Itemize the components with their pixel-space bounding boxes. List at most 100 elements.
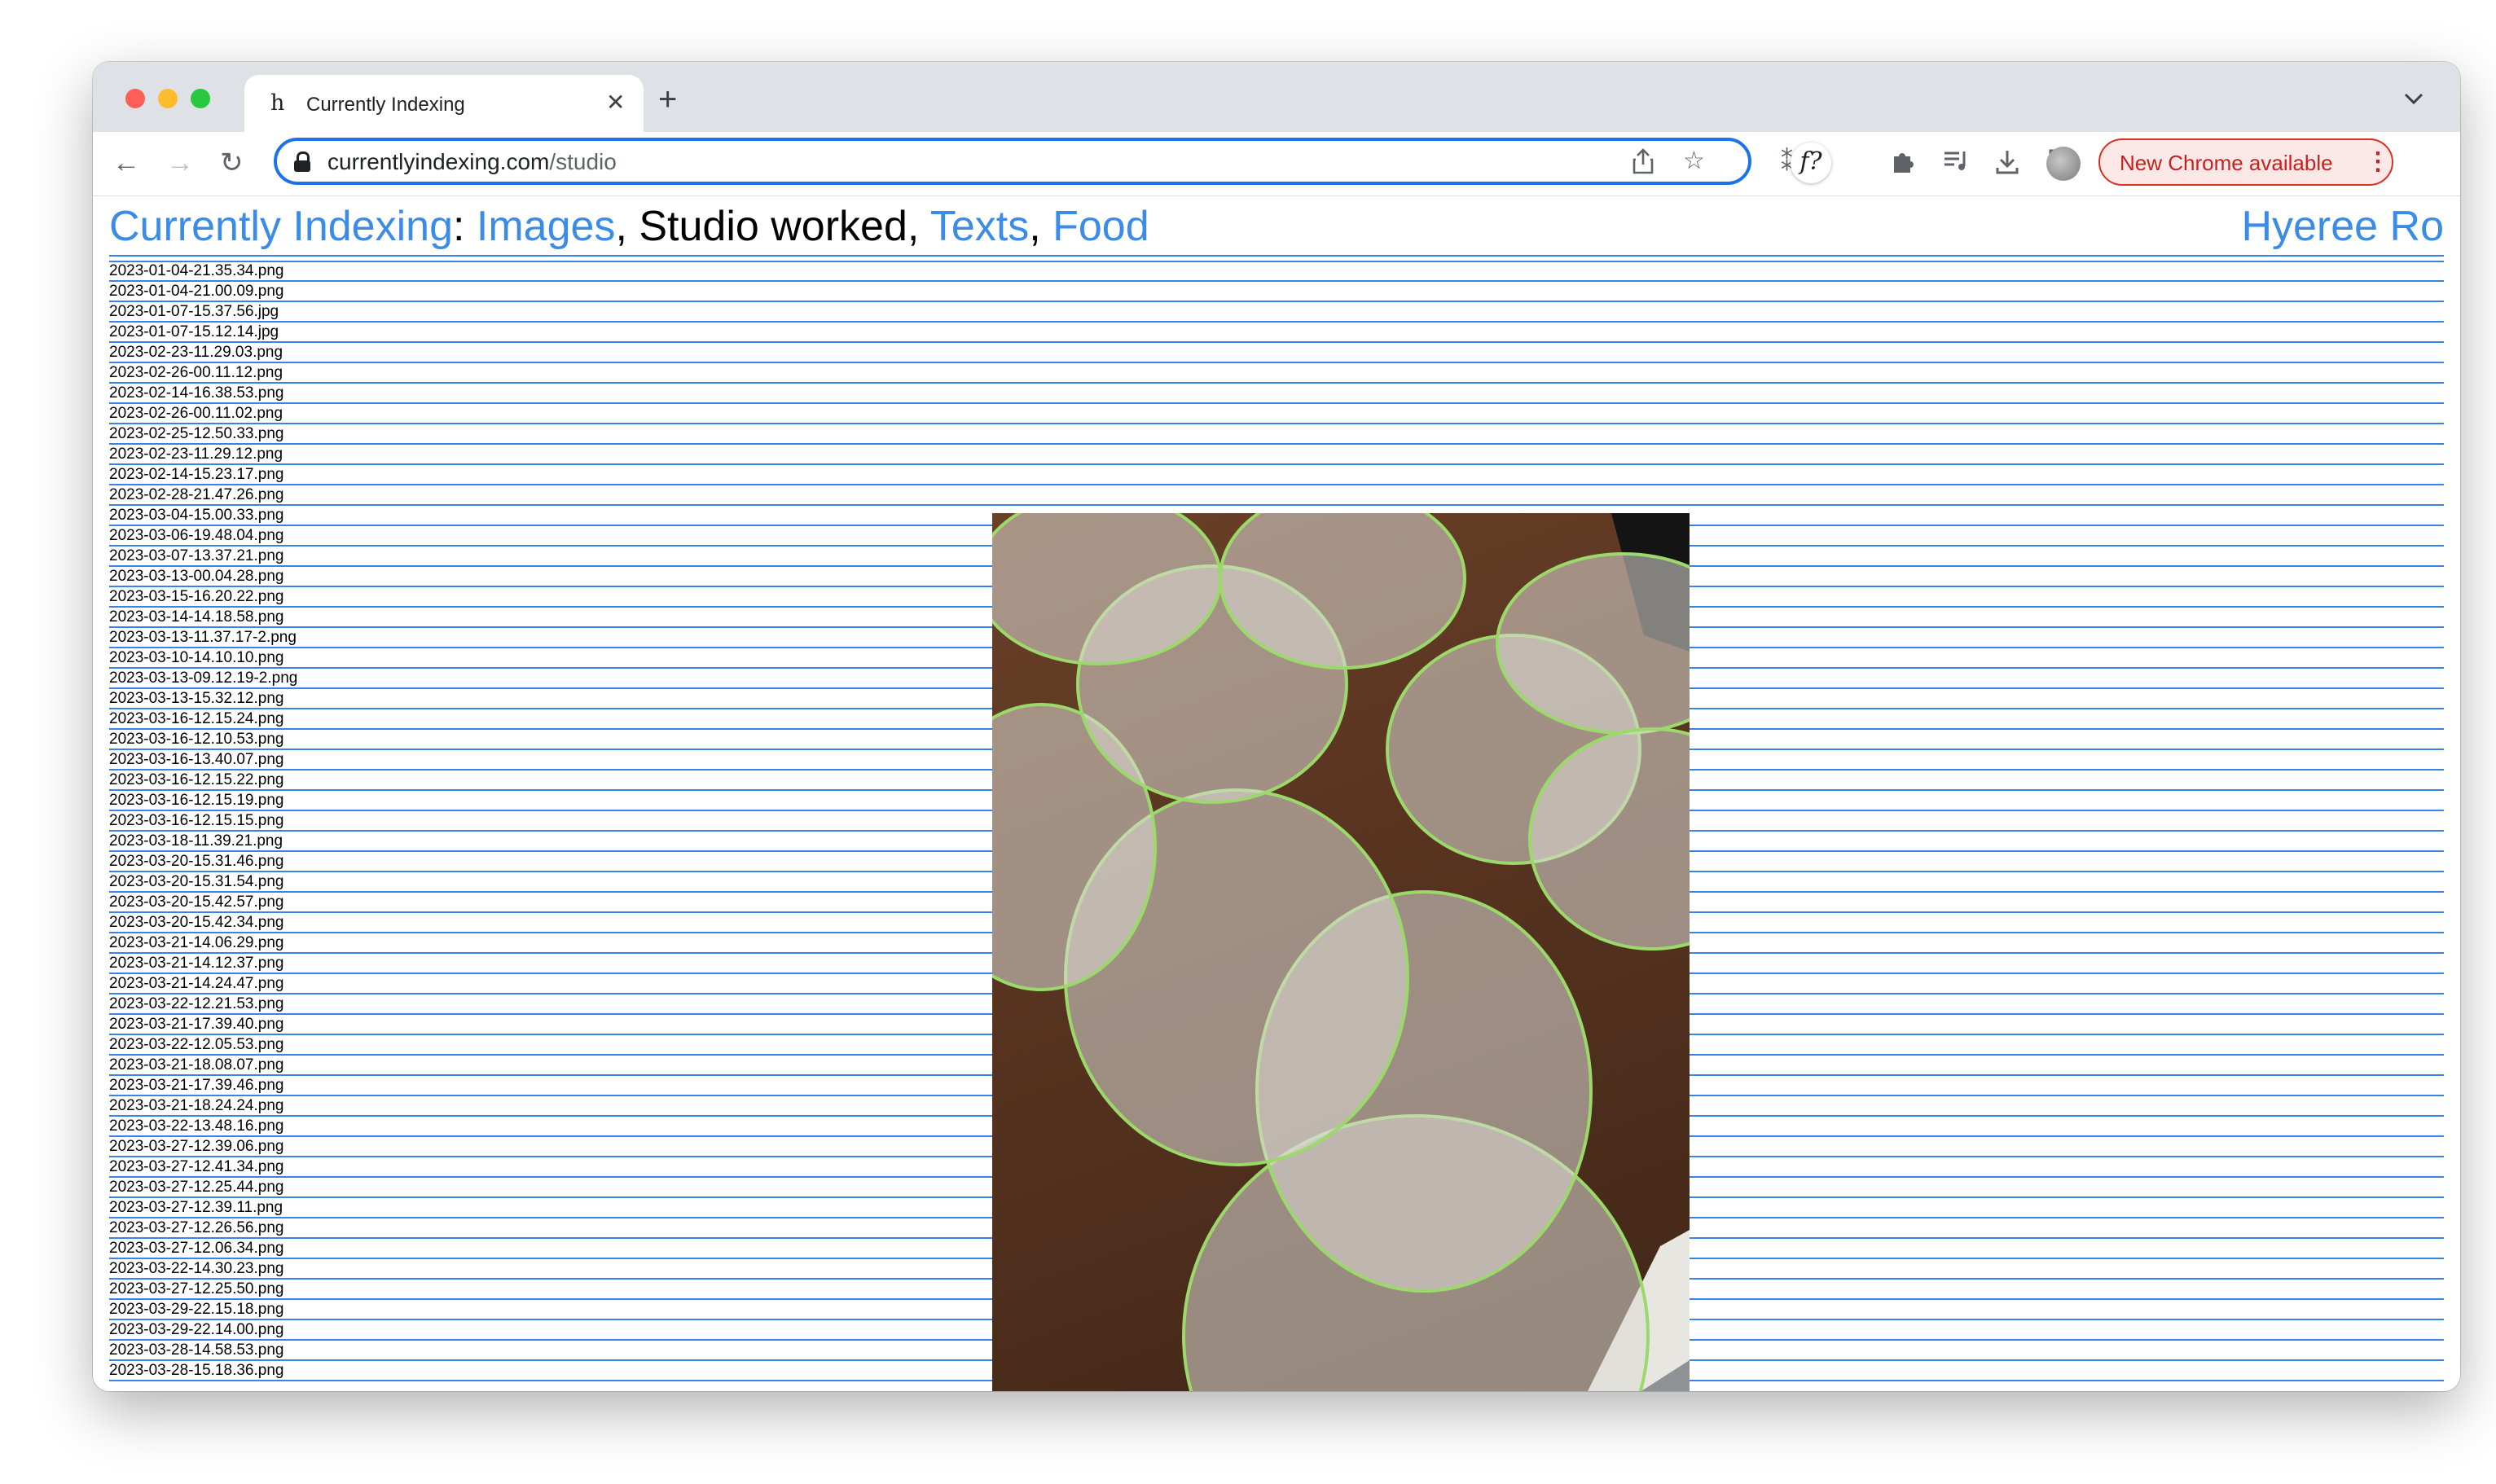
file-name: 2023-03-27-12.25.50.png [109, 1280, 284, 1297]
nav-comma: , [907, 203, 930, 250]
file-name: 2023-03-27-12.26.56.png [109, 1219, 284, 1236]
file-name: 2023-02-28-21.47.26.png [109, 486, 284, 503]
file-list-item[interactable]: 2023-02-28-21.47.26.png [109, 485, 2444, 506]
minimize-window-button[interactable] [158, 89, 178, 108]
file-name: 2023-03-18-11.39.21.png [109, 832, 283, 850]
media-icon[interactable] [1942, 148, 1970, 182]
file-list-item[interactable]: 2023-02-26-00.11.02.png [109, 404, 2444, 424]
file-name: 2023-03-27-12.25.44.png [109, 1179, 284, 1196]
download-icon[interactable] [1994, 148, 2020, 183]
file-name: 2023-03-22-13.48.16.png [109, 1117, 284, 1135]
tab-search-chevron-down-icon[interactable] [2403, 90, 2424, 109]
lock-icon[interactable] [293, 151, 311, 172]
file-name: 2023-02-26-00.11.02.png [109, 405, 283, 422]
file-list-item[interactable]: 2023-02-25-12.50.33.png [109, 424, 2444, 445]
file-list-item[interactable]: 2023-02-23-11.29.03.png [109, 343, 2444, 363]
tab-strip: h Currently Indexing ✕ + [93, 62, 2460, 132]
tab-title: Currently Indexing [306, 94, 465, 116]
file-name: 2023-03-21-17.39.46.png [109, 1077, 284, 1094]
file-name: 2023-03-27-12.39.06.png [109, 1138, 284, 1155]
author-link[interactable]: Hyeree Ro [2241, 201, 2444, 252]
file-name: 2023-02-23-11.29.12.png [109, 446, 283, 463]
file-list-item[interactable]: 2023-01-07-15.37.56.jpg [109, 302, 2444, 323]
file-name: 2023-03-13-00.04.28.png [109, 568, 284, 585]
forward-icon[interactable]: → [166, 147, 194, 179]
file-list-item[interactable]: 2023-01-04-21.35.34.png [109, 261, 2444, 282]
tab-currently-indexing[interactable]: h Currently Indexing ✕ [244, 75, 644, 132]
url-path: /studio [549, 149, 617, 174]
file-list-item[interactable]: 2023-02-26-00.11.12.png [109, 363, 2444, 384]
file-name: 2023-03-22-14.30.23.png [109, 1260, 284, 1277]
file-name: 2023-03-07-13.37.21.png [109, 547, 284, 564]
nav-link-texts[interactable]: Texts [930, 203, 1029, 250]
site-header: Currently Indexing: Images, Studio worke… [109, 200, 2444, 257]
new-chrome-available-button[interactable]: New Chrome available ⋮ [2098, 138, 2393, 186]
title-separator: : [453, 203, 477, 250]
file-name: 2023-03-16-12.15.15.png [109, 812, 284, 829]
file-name: 2023-03-20-15.31.54.png [109, 873, 284, 890]
browser-toolbar: ← → ↻ currentlyindexing.com/studio ☆ ⁑ f… [93, 132, 2460, 196]
url-domain: currentlyindexing.com [327, 149, 550, 174]
file-list-item[interactable]: 2023-02-14-15.23.17.png [109, 465, 2444, 485]
close-window-button[interactable] [125, 89, 145, 108]
fx-extension-icon[interactable]: f? [1791, 143, 1831, 183]
file-name: 2023-03-27-12.06.34.png [109, 1240, 284, 1257]
puzzle-icon[interactable] [1890, 148, 1916, 182]
file-name: 2023-03-16-12.15.19.png [109, 792, 284, 809]
avatar[interactable] [2046, 147, 2081, 181]
file-name: 2023-01-07-15.12.14.jpg [109, 323, 279, 340]
new-tab-button[interactable]: + [658, 83, 677, 116]
close-tab-icon[interactable]: ✕ [606, 90, 625, 116]
file-name: 2023-03-21-14.24.47.png [109, 975, 284, 992]
nav-link-food[interactable]: Food [1052, 203, 1149, 250]
file-name: 2023-03-14-14.18.58.png [109, 608, 284, 626]
nav-link-images[interactable]: Images [477, 203, 616, 250]
file-name: 2023-03-10-14.10.10.png [109, 649, 284, 666]
file-name: 2023-03-22-12.05.53.png [109, 1036, 284, 1053]
share-icon[interactable] [1631, 147, 1655, 182]
file-name: 2023-03-04-15.00.33.png [109, 507, 284, 524]
file-name: 2023-01-07-15.37.56.jpg [109, 303, 279, 320]
file-name: 2023-01-04-21.00.09.png [109, 283, 284, 300]
back-icon[interactable]: ← [112, 147, 140, 179]
file-name: 2023-02-14-15.23.17.png [109, 466, 284, 483]
studio-photo[interactable] [992, 513, 1690, 1391]
file-name: 2023-03-16-12.10.53.png [109, 731, 284, 748]
browser-window: h Currently Indexing ✕ + ← → ↻ currently… [93, 62, 2460, 1391]
file-name: 2023-03-20-15.31.46.png [109, 853, 284, 870]
reload-icon[interactable]: ↻ [220, 147, 244, 179]
address-bar[interactable]: currentlyindexing.com/studio ☆ [274, 138, 1751, 185]
nav-comma: , [1029, 203, 1053, 250]
file-name: 2023-02-23-11.29.03.png [109, 344, 283, 361]
file-name: 2023-03-21-14.06.29.png [109, 934, 284, 951]
file-name: 2023-03-20-15.42.57.png [109, 893, 284, 911]
url-text[interactable]: currentlyindexing.com/studio [327, 149, 617, 175]
nav-current-studio-worked: Studio worked [639, 203, 907, 250]
file-name: 2023-03-22-12.21.53.png [109, 995, 284, 1012]
file-name: 2023-02-26-00.11.12.png [109, 364, 283, 381]
site-title: Currently Indexing: Images, Studio worke… [109, 201, 1149, 252]
home-link[interactable]: Currently Indexing [109, 203, 453, 250]
file-name: 2023-03-21-18.24.24.png [109, 1097, 284, 1114]
file-list-item[interactable]: 2023-02-23-11.29.12.png [109, 445, 2444, 465]
file-list-item[interactable]: 2023-02-14-16.38.53.png [109, 384, 2444, 404]
file-name: 2023-03-16-12.15.22.png [109, 771, 284, 788]
file-name: 2023-03-21-14.12.37.png [109, 955, 284, 972]
update-label: New Chrome available [2120, 151, 2333, 175]
file-list-item[interactable]: 2023-01-07-15.12.14.jpg [109, 323, 2444, 343]
file-name: 2023-03-28-14.58.53.png [109, 1341, 284, 1359]
file-name: 2023-03-29-22.14.00.png [109, 1321, 284, 1338]
fullscreen-window-button[interactable] [191, 89, 210, 108]
file-name: 2023-03-20-15.42.34.png [109, 914, 284, 931]
file-name: 2023-03-29-22.15.18.png [109, 1301, 284, 1318]
star-icon[interactable]: ☆ [1683, 147, 1705, 175]
nav-comma: , [615, 203, 639, 250]
page-viewport: Currently Indexing: Images, Studio worke… [93, 196, 2460, 1391]
file-name: 2023-03-21-17.39.40.png [109, 1016, 284, 1033]
file-name: 2023-01-04-21.35.34.png [109, 262, 284, 279]
file-name: 2023-03-13-15.32.12.png [109, 690, 284, 707]
file-list-item[interactable]: 2023-01-04-21.00.09.png [109, 282, 2444, 302]
file-name: 2023-03-27-12.41.34.png [109, 1158, 284, 1175]
file-name: 2023-03-27-12.39.11.png [109, 1199, 283, 1216]
menu-icon[interactable]: ⋮ [2366, 148, 2390, 176]
